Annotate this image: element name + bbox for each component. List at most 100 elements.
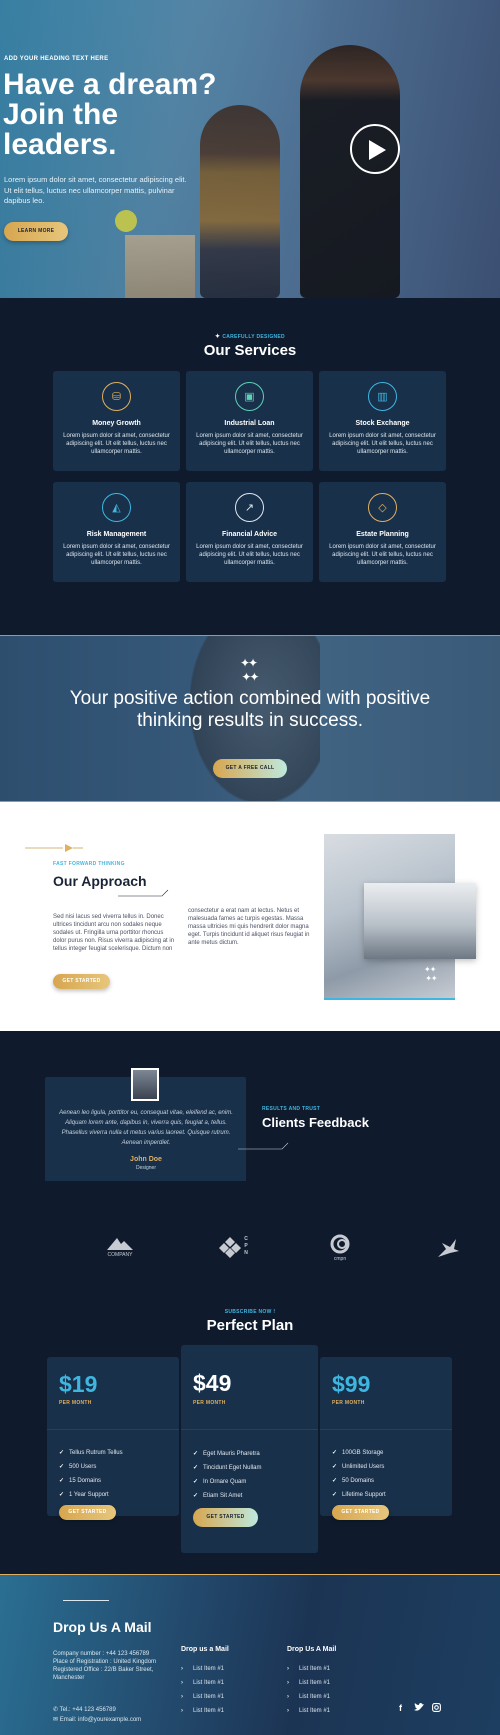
logo-cmpn: cmpn <box>322 1234 358 1262</box>
decorative-line <box>118 889 169 897</box>
testimonial-title: Clients Feedback <box>262 1115 369 1130</box>
diamond-grid-logo-icon <box>219 1237 241 1258</box>
phone-icon: ✆ <box>53 1707 60 1713</box>
footer-link[interactable]: › List Item #1 <box>181 1666 224 1672</box>
testimonial-name: John Doe <box>130 1156 162 1163</box>
footer-link[interactable]: › List Item #1 <box>181 1694 224 1700</box>
divider <box>320 1429 452 1430</box>
decorative-line <box>238 1142 289 1150</box>
testimonial-kicker: RESULTS AND TRUST <box>262 1106 321 1112</box>
check-icon: ✓ <box>332 1450 338 1456</box>
footer-link[interactable]: › List Item #1 <box>287 1694 330 1700</box>
plan-feature: ✓ Lifetime Support <box>332 1492 386 1498</box>
hero-photo-lamp <box>115 210 137 232</box>
plan-period: PER MONTH <box>59 1400 92 1406</box>
footer-link[interactable]: › List Item #1 <box>287 1708 330 1714</box>
bar-chart-icon: ▥ <box>368 382 397 411</box>
footer-section: Drop Us A Mail Company number : +44 123 … <box>0 1574 500 1735</box>
divider <box>181 1429 318 1430</box>
money-bag-icon: ◭ <box>102 493 131 522</box>
service-card-estate-planning[interactable]: ◇ Estate Planning Lorem ipsum dolor sit … <box>319 482 446 582</box>
footer-link[interactable]: › List Item #1 <box>287 1680 330 1686</box>
approach-paragraph-2: consectetur a erat nam at lectus. Netus … <box>188 908 310 946</box>
service-title: Money Growth <box>92 420 141 427</box>
client-logos-section: COMPANY C P N cmpn <box>0 1181 500 1274</box>
check-icon: ✓ <box>59 1450 65 1456</box>
plan-period: PER MONTH <box>193 1400 226 1406</box>
hero-title: Have a dream? Join the leaders. <box>3 68 217 161</box>
get-started-button[interactable]: GET STARTED <box>193 1508 258 1527</box>
plan-feature: ✓ Unlimited Users <box>332 1464 385 1470</box>
footer-link[interactable]: › List Item #1 <box>287 1666 330 1672</box>
decorative-line <box>63 1600 109 1601</box>
service-title: Risk Management <box>86 531 147 538</box>
service-card-risk-management[interactable]: ◭ Risk Management Lorem ipsum dolor sit … <box>53 482 180 582</box>
chevron-right-icon: › <box>287 1680 289 1686</box>
check-icon: ✓ <box>59 1464 65 1470</box>
chevron-right-icon: › <box>181 1680 183 1686</box>
service-title: Financial Advice <box>222 531 277 538</box>
get-started-button[interactable]: GET STARTED <box>59 1505 116 1520</box>
plan-period: PER MONTH <box>332 1400 365 1406</box>
get-started-button[interactable]: GET STARTED <box>332 1505 389 1520</box>
service-card-money-growth[interactable]: ⛁ Money Growth Lorem ipsum dolor sit ame… <box>53 371 180 471</box>
facebook-icon[interactable]: f <box>399 1703 402 1713</box>
plan-price: $19 <box>59 1371 98 1397</box>
approach-image-office <box>364 883 476 959</box>
get-free-call-button[interactable]: GET A FREE CALL <box>213 759 287 778</box>
plan-feature: ✓ In Ornare Quam <box>193 1479 247 1485</box>
approach-section: FAST FORWARD THINKING Our Approach Sed n… <box>0 802 500 1031</box>
ring-logo-icon <box>330 1234 350 1254</box>
services-title: Our Services <box>203 342 297 359</box>
services-kicker: ✦ CAREFULLY DESIGNED <box>215 334 285 340</box>
play-video-button[interactable] <box>350 124 400 174</box>
hero-text: Lorem ipsum dolor sit amet, consectetur … <box>4 175 187 205</box>
footer-link[interactable]: › List Item #1 <box>181 1680 224 1686</box>
service-title: Stock Exchange <box>355 420 410 427</box>
approach-kicker: FAST FORWARD THINKING <box>53 861 125 867</box>
footer-link[interactable]: › List Item #1 <box>181 1708 224 1714</box>
pricing-title: Perfect Plan <box>206 1317 294 1334</box>
cta-text: Your positive action combined with posit… <box>69 688 431 731</box>
plan-price: $49 <box>193 1370 232 1396</box>
plan-feature: ✓ 50 Domains <box>332 1478 375 1484</box>
footer-email: ✉ Email: info@yourexample.com <box>53 1717 142 1723</box>
learn-more-button[interactable]: LEARN MORE <box>4 222 68 241</box>
service-title: Industrial Loan <box>224 420 275 427</box>
service-desc: Lorem ipsum dolor sit amet, consectetur … <box>329 433 436 455</box>
check-icon: ✓ <box>193 1465 199 1471</box>
chevron-right-icon: › <box>181 1666 183 1672</box>
decorative-arrow-line <box>25 844 83 852</box>
plan-feature: ✓ Eget Mauris Pharetra <box>193 1451 260 1457</box>
logo-company: COMPANY <box>102 1236 138 1258</box>
plan-feature: ✓ 15 Domains <box>59 1478 102 1484</box>
instagram-icon[interactable] <box>432 1703 441 1714</box>
logo-cpn: C P N <box>212 1236 248 1260</box>
service-card-financial-advice[interactable]: ↗ Financial Advice Lorem ipsum dolor sit… <box>186 482 313 582</box>
check-icon: ✓ <box>59 1478 65 1484</box>
testimonial-quote: Aenean leo ligula, porttitor eu, consequ… <box>59 1110 233 1146</box>
chevron-right-icon: › <box>287 1666 289 1672</box>
testimonial-role: Designer <box>135 1165 156 1171</box>
twitter-icon[interactable] <box>414 1703 424 1714</box>
divider <box>47 1429 179 1430</box>
hero-section: ADD YOUR HEADING TEXT HERE Have a dream?… <box>0 0 500 298</box>
service-card-industrial-loan[interactable]: ▣ Industrial Loan Lorem ipsum dolor sit … <box>186 371 313 471</box>
check-icon: ✓ <box>59 1492 65 1498</box>
plan-feature: ✓ Etiam Sit Amet <box>193 1493 243 1499</box>
sparkle-icon: ✦✦ ✦✦ <box>424 965 438 983</box>
bird-logo-icon <box>438 1239 459 1257</box>
chevron-right-icon: › <box>181 1708 183 1714</box>
plan-feature: ✓ 100GB Storage <box>332 1450 384 1456</box>
pricing-section: SUBSCRIBE NOW ! Perfect Plan $19 PER MON… <box>0 1274 500 1574</box>
chevron-right-icon: › <box>181 1694 183 1700</box>
approach-title: Our Approach <box>53 873 147 889</box>
plan-feature: ✓ Tellus Rutrum Tellus <box>59 1450 123 1456</box>
plan-feature: ✓ 500 Users <box>59 1464 97 1470</box>
get-started-button[interactable]: GET STARTED <box>53 974 110 989</box>
service-desc: Lorem ipsum dolor sit amet, consectetur … <box>63 544 170 566</box>
coins-icon: ⛁ <box>102 382 131 411</box>
service-card-stock-exchange[interactable]: ▥ Stock Exchange Lorem ipsum dolor sit a… <box>319 371 446 471</box>
plan-feature: ✓ 1 Year Support <box>59 1492 109 1498</box>
money-bill-icon: ▣ <box>235 382 264 411</box>
